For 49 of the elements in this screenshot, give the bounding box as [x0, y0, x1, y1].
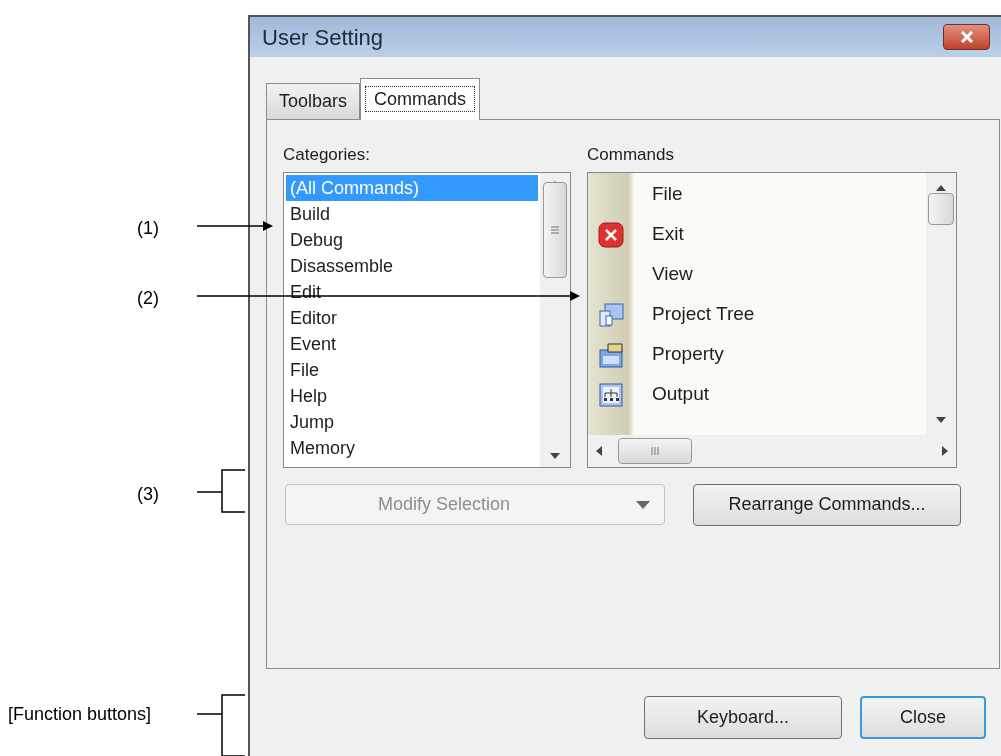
list-item[interactable]: Memory — [286, 434, 538, 461]
scroll-left-icon — [596, 445, 602, 456]
grip-icon — [551, 225, 559, 234]
list-item[interactable]: Disassemble — [286, 252, 538, 279]
vertical-scrollbar[interactable] — [540, 172, 570, 467]
exit-icon — [598, 221, 624, 248]
window-title: User Setting — [262, 23, 384, 52]
scroll-right-icon — [942, 445, 948, 456]
dialog-button[interactable]: Close — [860, 696, 986, 739]
annotation-label: (1) — [137, 217, 159, 240]
list-item[interactable]: File — [286, 356, 538, 383]
windows-icon — [598, 301, 624, 328]
command-item[interactable]: Property — [634, 340, 724, 369]
scrollbar-thumb[interactable] — [543, 181, 567, 278]
tab[interactable]: Toolbars — [266, 83, 361, 119]
close-button[interactable] — [943, 24, 990, 50]
close-icon — [959, 31, 974, 43]
command-item[interactable]: Project Tree — [634, 300, 755, 329]
command-item[interactable]: Exit — [634, 220, 684, 249]
list-label: Commands — [587, 144, 675, 166]
vertical-scrollbar[interactable] — [926, 172, 956, 435]
hierarchy-window-icon — [598, 381, 624, 408]
commands-list[interactable]: File Exit View Project Tree Property Output — [587, 171, 957, 468]
list-item[interactable]: Help — [286, 382, 538, 409]
list-item[interactable]: Editor — [286, 304, 538, 331]
annotation-label: [Function buttons] — [8, 703, 152, 726]
scrollbar-thumb[interactable] — [928, 192, 954, 225]
grip-icon — [651, 446, 659, 455]
list-item[interactable]: Build — [286, 200, 538, 227]
horizontal-scrollbar[interactable] — [588, 434, 956, 467]
annotation-label: (3) — [137, 483, 159, 506]
list-item[interactable]: Debug — [286, 226, 538, 253]
bracket-line — [196, 469, 246, 513]
scroll-down-icon — [936, 416, 946, 423]
dropdown-arrow-icon — [636, 500, 650, 509]
scroll-down-icon — [550, 452, 560, 459]
list-item[interactable]: Event — [286, 330, 538, 357]
dialog-button[interactable]: Keyboard... — [644, 696, 842, 739]
scrollbar-thumb[interactable] — [618, 437, 692, 464]
list-item[interactable]: Jump — [286, 408, 538, 435]
rearrange-commands-button[interactable]: Rearrange Commands... — [693, 483, 961, 526]
group-label: File — [651, 182, 683, 207]
bracket-line — [196, 694, 246, 756]
list-label: Categories: — [283, 144, 371, 166]
group-label: View — [651, 262, 693, 287]
command-item[interactable]: Output — [634, 380, 710, 409]
annotation-label: (2) — [137, 287, 159, 310]
property-window-icon — [598, 341, 624, 368]
tab[interactable]: Commands — [360, 78, 481, 120]
